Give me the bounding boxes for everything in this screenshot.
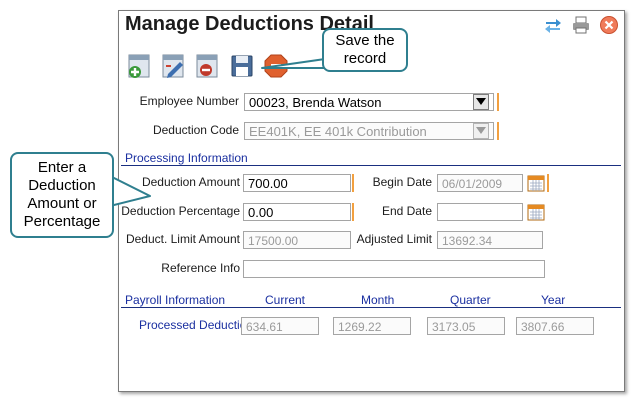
deduction-entry-callout: Enter a Deduction Amount or Percentage — [10, 152, 114, 238]
save-record-callout: Save the record — [322, 28, 408, 72]
deduction-callout-pointer — [109, 175, 151, 207]
